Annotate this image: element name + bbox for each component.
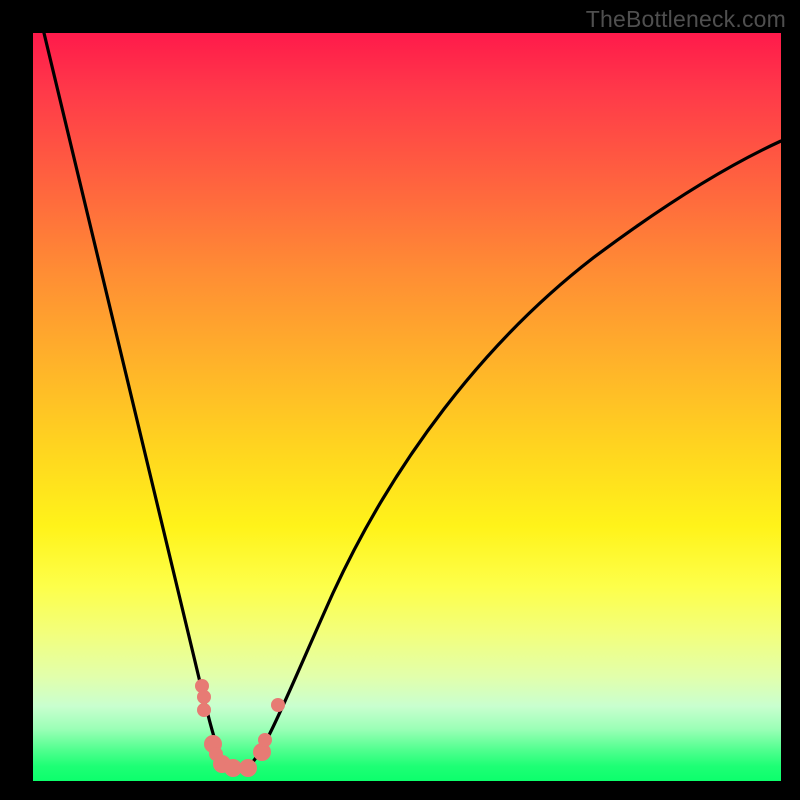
plot-area — [33, 33, 781, 781]
marker-dot — [197, 703, 211, 717]
bottleneck-curve — [44, 33, 781, 772]
marker-dot — [271, 698, 285, 712]
chart-frame: TheBottleneck.com — [0, 0, 800, 800]
marker-dot — [239, 759, 257, 777]
curve-layer — [33, 33, 781, 781]
marker-dot — [197, 690, 211, 704]
marker-dot — [258, 733, 272, 747]
watermark-text: TheBottleneck.com — [586, 6, 786, 33]
